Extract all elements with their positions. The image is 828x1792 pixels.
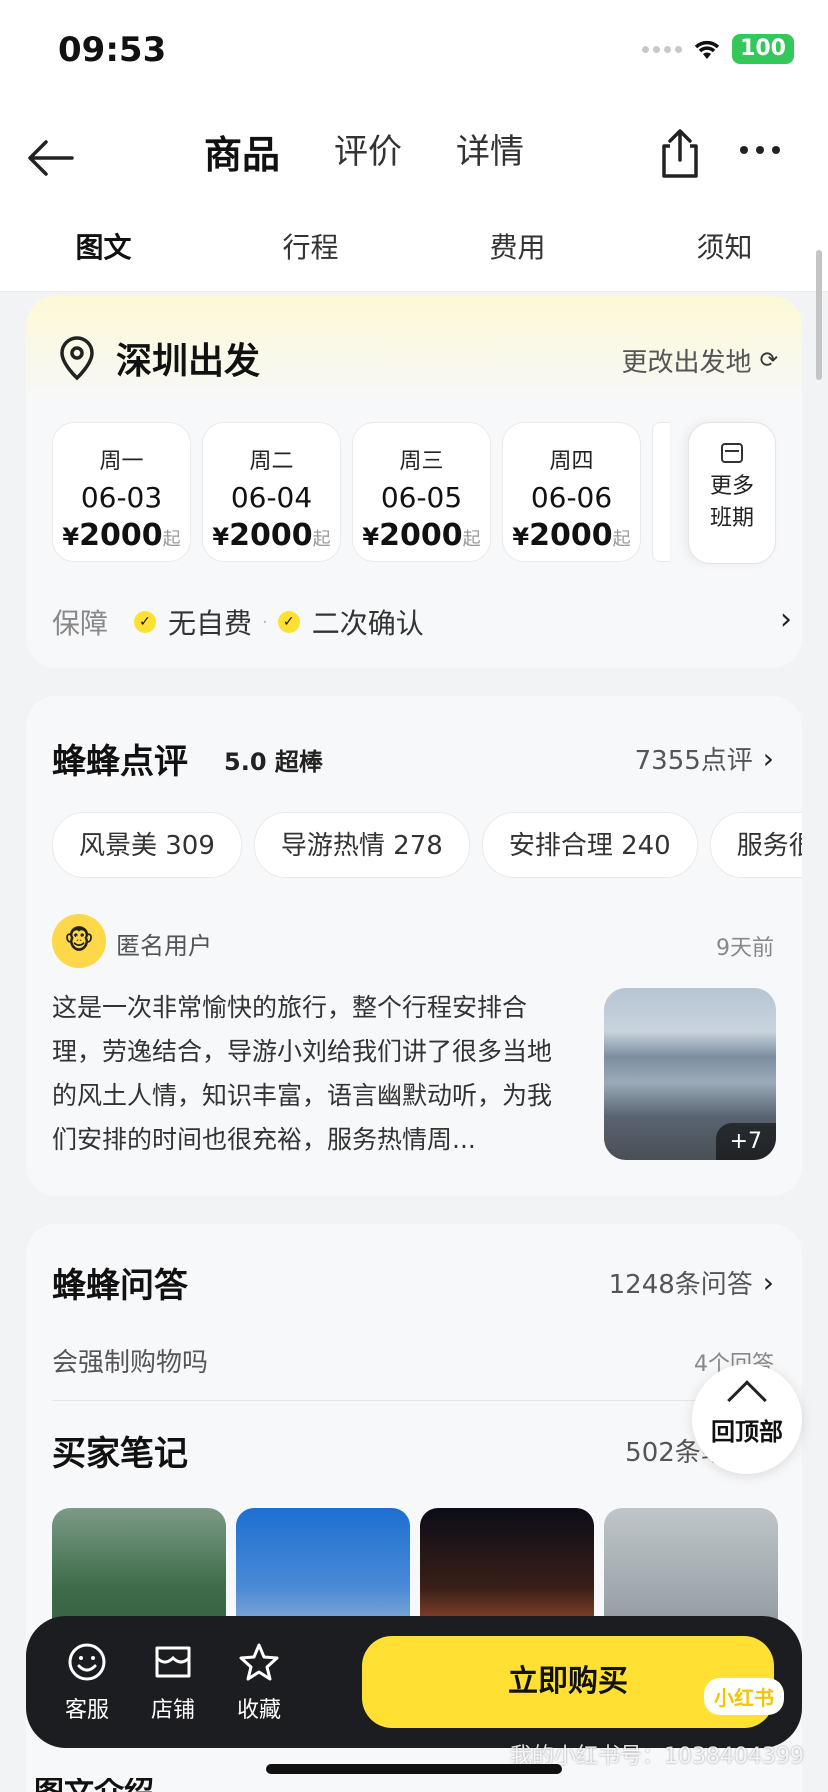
date-option[interactable]: 周二 06-04 ¥2000起 [202,422,341,562]
home-indicator[interactable] [266,1764,562,1774]
refresh-icon: ⟳ [759,348,778,373]
subtab-fees[interactable]: 费用 [414,226,621,266]
separator-dot: · [262,611,268,633]
favorite-button[interactable]: 收藏 [224,1642,294,1724]
more-dates-button[interactable]: 更多班期 [688,422,776,564]
battery-icon: 100 [732,34,794,64]
date-value: 06-05 [380,481,463,514]
top-navigation: 商品 评价 详情 图文 行程 费用 须知 [0,100,828,380]
bottom-action-bar: 客服 店铺 收藏 立即购买 小红书 [26,1616,802,1748]
chevron-right-icon: › [780,602,792,637]
back-arrow-icon[interactable] [24,130,80,186]
qa-count: 1248条问答 [608,1270,753,1300]
date-price: ¥2000起 [62,518,181,553]
calendar-icon [721,443,743,463]
favorite-label: 收藏 [236,1698,281,1723]
back-to-top-button[interactable]: 回顶部 [692,1364,802,1474]
date-price: ¥2000起 [512,518,631,553]
shop-icon [155,1646,191,1678]
smile-icon [68,1643,106,1681]
status-bar: 09:53 100 [0,0,828,100]
date-option-partial[interactable] [652,422,670,562]
reviews-count: 7355点评 [634,746,753,776]
qa-count-link[interactable]: 1248条问答 › [609,1264,774,1301]
reviews-card: 蜂蜂点评 5.0 超棒 7355点评 › 风景美 309 导游热情 278 安排… [26,696,802,1196]
date-price: ¥2000起 [212,518,331,553]
review-time: 9天前 [716,936,774,961]
status-indicators: 100 [642,34,794,64]
more-dates-label: 更多班期 [709,474,754,531]
change-departure-button[interactable]: 更改出发地 ⟳ [622,342,778,379]
shop-label: 店铺 [150,1698,195,1723]
sub-tabs: 图文 行程 费用 须知 [0,226,828,266]
more-options-icon[interactable] [740,146,780,154]
review-tag[interactable]: 风景美 309 [52,812,242,878]
departure-card: 深圳出发 更改出发地 ⟳ 周一 06-03 ¥2000起 周二 06-04 ¥2… [26,296,802,668]
reviews-title: 蜂蜂点评 [52,742,188,782]
date-weekday: 周三 [399,449,444,474]
check-icon: ✓ [134,611,157,633]
customer-service-label: 客服 [64,1698,109,1723]
subtab-graphic[interactable]: 图文 [0,226,207,266]
guarantee-item: 二次确认 [311,607,424,640]
tab-details[interactable]: 详情 [452,124,528,179]
date-option[interactable]: 周一 06-03 ¥2000起 [52,422,191,562]
date-value: 06-03 [80,481,163,514]
qa-title: 蜂蜂问答 [52,1266,188,1306]
date-option[interactable]: 周四 06-06 ¥2000起 [502,422,641,562]
xiaohongshu-badge: 小红书 [704,1678,784,1715]
signal-icon [642,45,683,53]
avatar: 🐵 [52,914,106,968]
date-value: 06-06 [530,481,613,514]
review-photo[interactable]: +7 [604,988,776,1160]
customer-service-button[interactable]: 客服 [52,1642,122,1724]
date-weekday: 周四 [549,449,594,474]
date-value: 06-04 [230,481,313,514]
section-heading-peek: 图文介绍 [34,1778,154,1792]
review-tag[interactable]: 服务很 [709,812,802,878]
qa-question[interactable]: 会强制购物吗 [52,1342,208,1379]
tab-product[interactable]: 商品 [185,124,299,179]
date-option[interactable]: 周三 06-05 ¥2000起 [352,422,491,562]
subtab-notice[interactable]: 须知 [621,226,828,266]
date-weekday: 周一 [99,449,144,474]
subtab-itinerary[interactable]: 行程 [207,226,414,266]
chevron-right-icon: › [762,1266,774,1299]
tab-reviews[interactable]: 评价 [330,124,406,179]
wifi-icon [694,40,720,59]
main-tabs: 商品 评价 详情 [185,124,528,179]
scrollbar[interactable] [816,250,822,380]
notes-title: 买家笔记 [52,1434,188,1474]
guarantee-row[interactable]: 保障 ✓ 无自费 · ✓ 二次确认 › [52,602,792,642]
review-tags: 风景美 309 导游热情 278 安排合理 240 服务很 [52,812,802,878]
shop-button[interactable]: 店铺 [138,1642,208,1724]
review-score: 5.0 超棒 [224,748,323,776]
reviewer-name: 匿名用户 [116,932,212,960]
reviews-count-link[interactable]: 7355点评 › [635,740,774,777]
star-icon [239,1643,279,1681]
location-pin-icon [60,336,94,381]
divider [52,1400,776,1401]
chevron-right-icon: › [762,742,774,775]
guarantee-item: 无自费 [168,607,253,640]
check-icon: ✓ [277,611,300,633]
change-departure-label: 更改出发地 [621,348,752,378]
date-weekday: 周二 [249,449,294,474]
share-icon[interactable] [656,128,704,180]
date-list: 周一 06-03 ¥2000起 周二 06-04 ¥2000起 周三 06-05… [52,422,670,562]
guarantee-label: 保障 [52,607,109,640]
date-price: ¥2000起 [362,518,481,553]
review-text[interactable]: 这是一次非常愉快的旅行，整个行程安排合理，劳逸结合，导游小刘给我们讲了很多当地的… [52,986,572,1162]
status-time: 09:53 [58,30,167,70]
departure-city: 深圳出发 [116,341,261,382]
review-tag[interactable]: 安排合理 240 [481,812,698,878]
photo-count-badge: +7 [715,1123,776,1160]
review-tag[interactable]: 导游热情 278 [253,812,470,878]
